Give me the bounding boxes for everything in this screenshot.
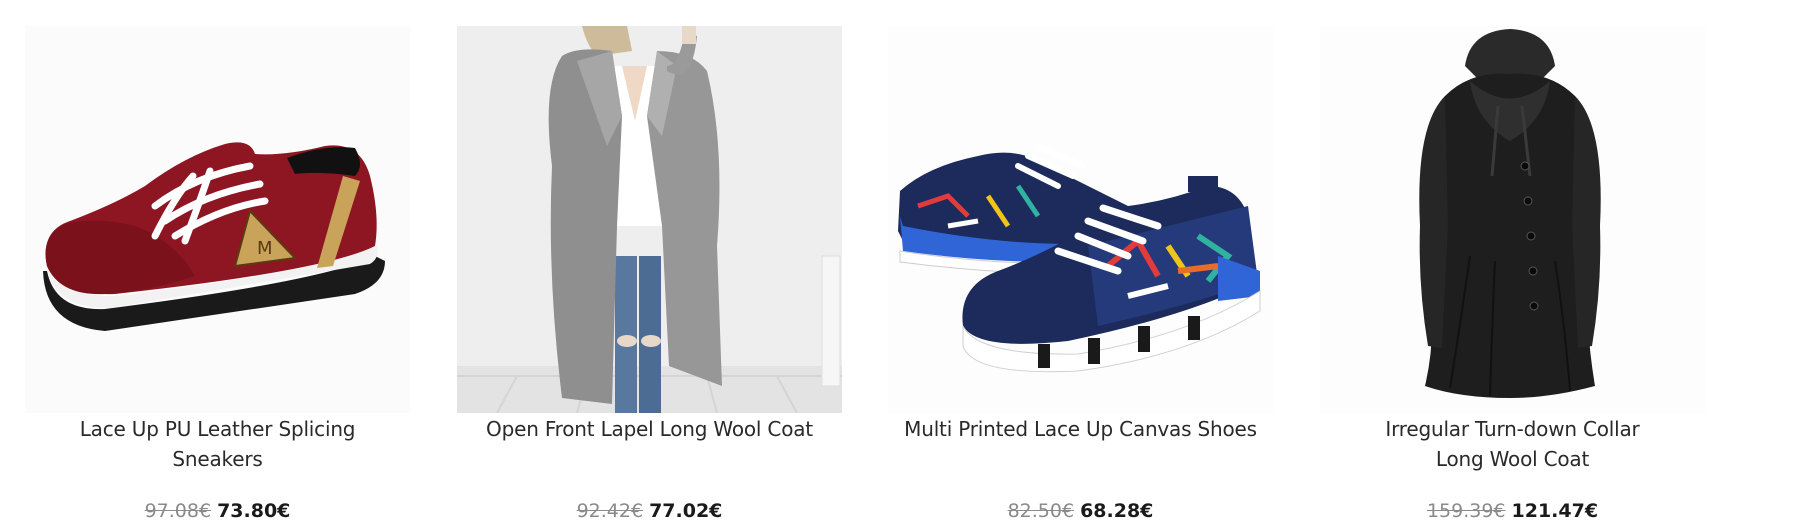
original-price: 92.42€ <box>576 500 644 522</box>
product-image-grey-coat[interactable] <box>457 26 842 413</box>
product-image-sneaker[interactable]: M <box>25 26 410 413</box>
product-card[interactable]: M Lace Up PU Leather Splicing Sneakers 9… <box>25 26 410 522</box>
sale-price: 68.28€ <box>1080 500 1154 522</box>
product-card[interactable]: Multi Printed Lace Up Canvas Shoes 82.50… <box>888 26 1273 522</box>
product-image-black-coat[interactable] <box>1320 26 1705 413</box>
product-grid: M Lace Up PU Leather Splicing Sneakers 9… <box>0 0 1797 522</box>
product-card[interactable]: Open Front Lapel Long Wool Coat 92.42€ 77… <box>457 26 842 522</box>
sale-price: 77.02€ <box>649 500 723 522</box>
product-title[interactable]: Irregular Turn-down Collar Long Wool Coa… <box>1320 414 1705 474</box>
svg-text:M: M <box>257 238 273 259</box>
grey-coat-icon <box>457 26 842 413</box>
burgundy-sneaker-icon: M <box>25 26 410 413</box>
original-price: 97.08€ <box>144 500 212 522</box>
product-title[interactable]: Open Front Lapel Long Wool Coat <box>457 414 842 444</box>
sale-price: 121.47€ <box>1511 500 1599 522</box>
product-title[interactable]: Multi Printed Lace Up Canvas Shoes <box>888 414 1273 444</box>
product-card[interactable]: Irregular Turn-down Collar Long Wool Coa… <box>1320 26 1705 522</box>
original-price: 159.39€ <box>1426 500 1506 522</box>
original-price: 82.50€ <box>1007 500 1075 522</box>
sale-price: 73.80€ <box>217 500 291 522</box>
printed-canvas-shoes-icon <box>888 26 1273 413</box>
black-coat-icon <box>1320 26 1705 413</box>
product-image-canvas-shoes[interactable] <box>888 26 1273 413</box>
product-title[interactable]: Lace Up PU Leather Splicing Sneakers <box>25 414 410 474</box>
